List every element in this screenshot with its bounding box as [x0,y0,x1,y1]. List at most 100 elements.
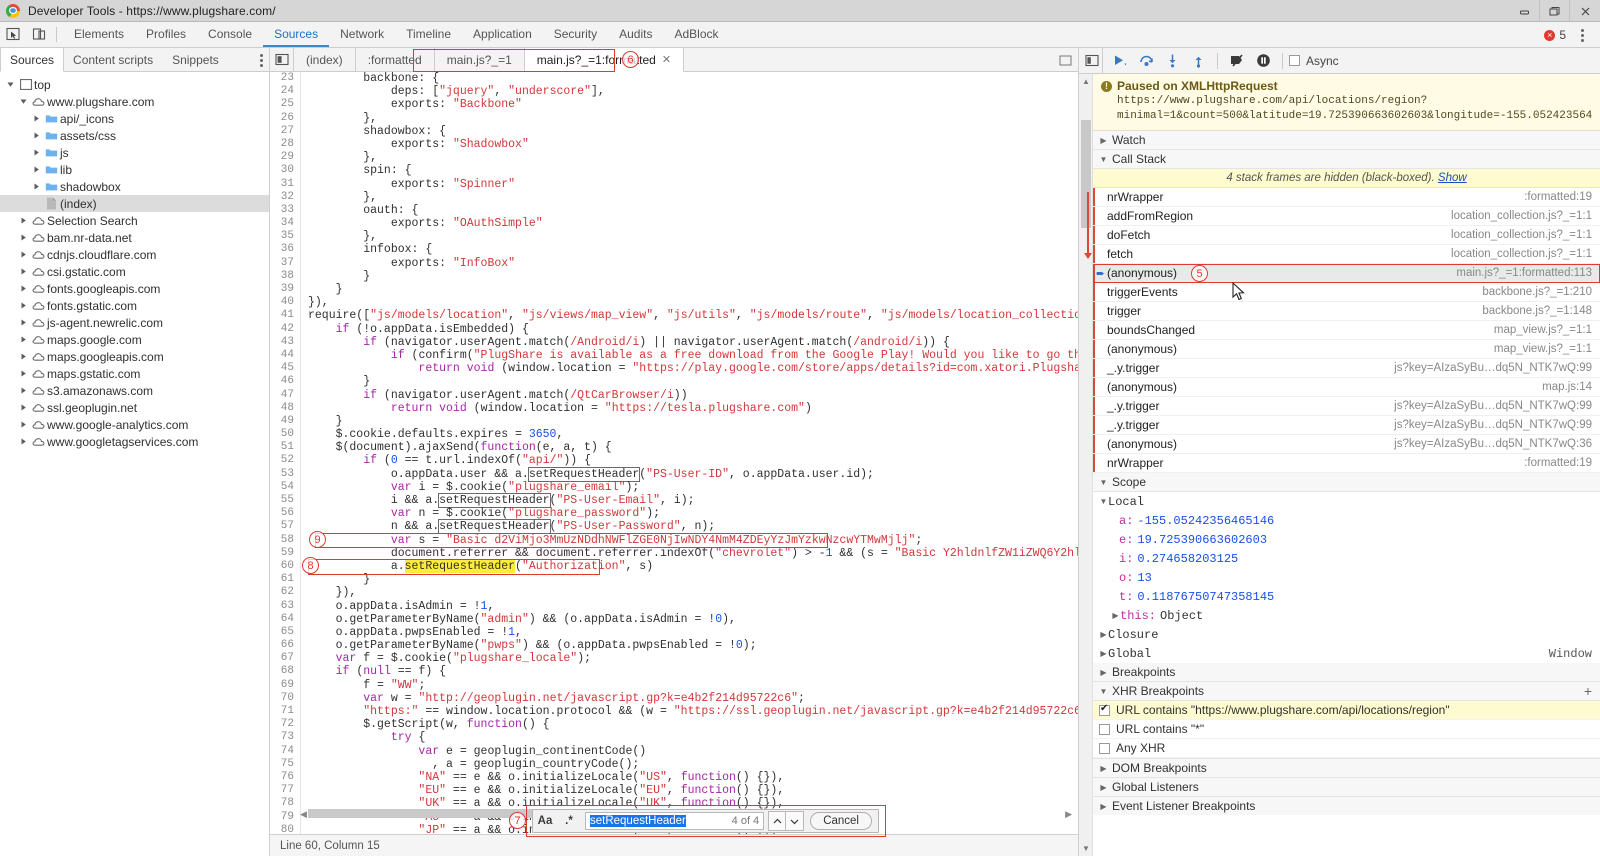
search-input[interactable]: setRequestHeader 4 of 4 [585,812,765,830]
tree-item-maps-googleapis-com[interactable]: maps.googleapis.com [0,348,269,365]
add-xhr-breakpoint-icon[interactable]: + [1584,684,1592,698]
chevron-right-icon[interactable] [17,319,30,326]
line-number[interactable]: 67 [270,652,301,666]
line-number[interactable]: 65 [270,625,301,640]
scrollbar-thumb[interactable] [1081,120,1091,228]
tree-item-top[interactable]: top [0,76,269,93]
line-number[interactable]: 72 [270,718,301,732]
chevron-right-icon[interactable] [17,353,30,360]
line-number[interactable]: 71 [270,705,301,719]
editor-tab-index[interactable]: (index) [294,48,356,71]
line-number[interactable]: 45 [270,362,301,376]
section-event-listener-breakpoints[interactable]: ▶ Event Listener Breakpoints [1093,796,1600,815]
tree-item-js[interactable]: js [0,144,269,161]
step-into-icon[interactable] [1159,48,1185,74]
tab-profiles[interactable]: Profiles [135,22,197,47]
call-stack-frame[interactable]: (anonymous) map_view.js?_=1:1 [1093,340,1600,359]
tree-item-assets-css[interactable]: assets/css [0,127,269,144]
tree-item-www-google-analytics-com[interactable]: www.google-analytics.com [0,416,269,433]
device-toolbar-icon[interactable] [26,22,52,47]
chevron-right-icon[interactable] [17,421,30,428]
chevron-down-icon[interactable] [17,98,30,105]
match-case-button[interactable]: Aa [533,810,557,832]
line-number[interactable]: 29 [270,151,301,165]
chevron-up-icon[interactable] [768,811,787,831]
xhr-breakpoint-row[interactable]: Any XHR [1093,739,1600,758]
scope-variable-row[interactable]: i: 0.274658203125 [1093,549,1600,568]
line-number[interactable]: 80 [270,823,301,834]
scope-this-row[interactable]: ▶ this: Object [1093,606,1600,625]
call-stack-frame[interactable]: ➨ (anonymous) main.js?_=1:formatted:113 5 [1093,264,1600,283]
line-number[interactable]: 63 [270,599,301,613]
line-number[interactable]: 48 [270,401,301,415]
line-number[interactable]: 28 [270,137,301,152]
line-number[interactable]: 50 [270,428,301,442]
line-number[interactable]: 47 [270,388,301,402]
tree-item-shadowbox[interactable]: shadowbox [0,178,269,195]
line-number[interactable]: 60 [270,559,301,574]
line-number[interactable]: 66 [270,639,301,653]
scope-local-header[interactable]: ▼ Local [1093,492,1600,511]
section-watch[interactable]: ▶ Watch [1093,131,1600,150]
chevron-right-icon[interactable] [30,149,43,156]
line-number[interactable]: 70 [270,691,301,705]
line-number[interactable]: 74 [270,744,301,758]
section-breakpoints[interactable]: ▶ Breakpoints [1093,663,1600,682]
tree-item-maps-google-com[interactable]: maps.google.com [0,331,269,348]
scope-closure-row[interactable]: ▶ Closure [1093,625,1600,644]
line-number[interactable]: 39 [270,283,301,297]
xhr-breakpoint-row[interactable]: URL contains "*" [1093,720,1600,739]
chevron-down-icon[interactable] [786,811,805,831]
nav-tab-content-scripts[interactable]: Content scripts [64,48,163,71]
line-number[interactable]: 53 [270,467,301,481]
scope-variable-row[interactable]: a: -155.05242356465146 [1093,511,1600,530]
tree-item-js-agent-newrelic-com[interactable]: js-agent.newrelic.com [0,314,269,331]
tab-elements[interactable]: Elements [63,22,135,47]
line-number[interactable]: 37 [270,256,301,270]
line-number[interactable]: 68 [270,665,301,679]
section-global-listeners[interactable]: ▶ Global Listeners [1093,777,1600,796]
tree-item-ssl-geoplugin-net[interactable]: ssl.geoplugin.net [0,399,269,416]
tab-application[interactable]: Application [462,22,543,47]
line-number[interactable]: 27 [270,124,301,138]
call-stack-frame[interactable]: _.y.trigger js?key=AIzaSyBu…dq5N_NTK7wQ:9… [1093,416,1600,435]
minimize-icon[interactable] [1510,0,1540,22]
chevron-right-icon[interactable] [17,438,30,445]
line-number[interactable]: 69 [270,678,301,692]
scope-variable-row[interactable]: o: 13 [1093,568,1600,587]
maximize-icon[interactable] [1540,0,1570,22]
scope-global-row[interactable]: ▶ Global Window [1093,644,1600,663]
line-number[interactable]: 57 [270,520,301,534]
scope-variable-row[interactable]: t: 0.11876750747358145 [1093,587,1600,606]
section-xhr-breakpoints[interactable]: ▼ XHR Breakpoints + [1093,682,1600,701]
line-number[interactable]: 76 [270,770,301,785]
call-stack-frame[interactable]: triggerEvents backbone.js?_=1:210 [1093,283,1600,302]
line-number[interactable]: 78 [270,797,301,811]
line-number[interactable]: 36 [270,243,301,257]
close-icon[interactable] [1570,0,1600,22]
tree-item-index[interactable]: (index) [0,195,269,212]
call-stack-frame[interactable]: trigger backbone.js?_=1:148 [1093,302,1600,321]
line-number[interactable]: 24 [270,85,301,99]
tree-item-api-icons[interactable]: api/_icons [0,110,269,127]
call-stack-frame[interactable]: doFetch location_collection.js?_=1:1 [1093,226,1600,245]
line-number[interactable]: 55 [270,494,301,508]
close-tab-icon[interactable]: ✕ [662,53,671,66]
line-number[interactable]: 38 [270,269,301,283]
nav-tab-sources[interactable]: Sources [0,48,65,72]
scroll-right-arrow[interactable]: ▶ [1065,809,1072,820]
tree-item-bam-nr-data-net[interactable]: bam.nr-data.net [0,229,269,246]
line-number[interactable]: 30 [270,164,301,178]
call-stack-frame[interactable]: nrWrapper:formatted:19 [1093,188,1600,207]
debugger-scrollbar[interactable]: ▲ ▼ [1079,74,1093,856]
line-number[interactable]: 49 [270,414,301,429]
chevron-right-icon[interactable] [17,234,30,241]
tab-console[interactable]: Console [197,22,263,47]
chevron-right-icon[interactable] [17,217,30,224]
line-number[interactable]: 64 [270,612,301,626]
line-number[interactable]: 61 [270,573,301,587]
line-number[interactable]: 77 [270,784,301,798]
chevron-right-icon[interactable] [17,387,30,394]
regex-button[interactable]: .* [557,810,581,832]
chevron-right-icon[interactable] [30,132,43,139]
